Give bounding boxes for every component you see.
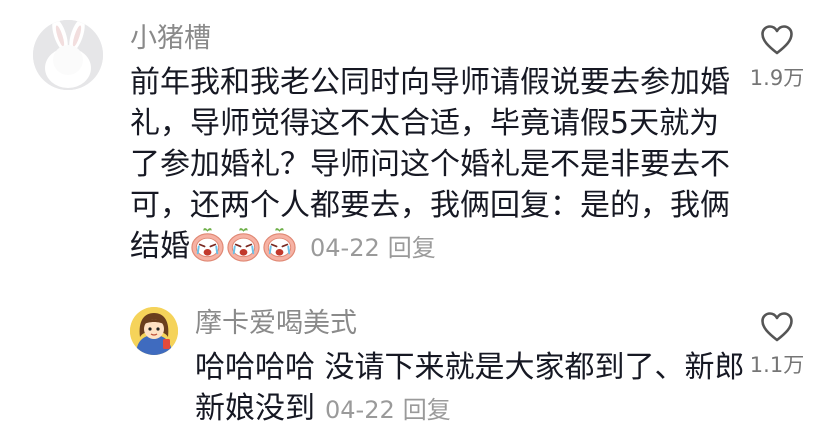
reply-button[interactable]: 回复 [388, 234, 436, 262]
heart-outline-icon [761, 25, 793, 55]
comment-text-line: 礼，导师觉得这不太合适，毕竟请假5天就为 [130, 106, 720, 141]
comment-text-line: 哈哈哈哈 没请下来就是大家都到了、新郎 [195, 350, 745, 385]
comment-date: 04-22 [325, 396, 395, 424]
comment-username[interactable]: 小猪槽 [130, 22, 211, 56]
like-button[interactable]: 1.9万 [737, 24, 817, 92]
comment-text: 哈哈哈哈 没请下来就是大家都到了、新郎 新娘没到 04-22 回复 [195, 347, 745, 431]
crying-face-emoji [263, 228, 296, 262]
heart-outline-icon [761, 312, 793, 342]
reply-button[interactable]: 回复 [403, 396, 451, 424]
comment-last-line: 新娘没到 04-22 回复 [195, 388, 735, 431]
emoji-row [190, 228, 298, 264]
crying-face-emoji [191, 228, 224, 262]
comment-text-line: 可，还两个人都要去，我俩回复：是的，我俩 [130, 188, 730, 223]
comment: 小猪槽 前年我和我老公同时向导师请假说要去参加婚 礼，导师觉得这不太合适，毕竟请… [0, 0, 828, 290]
comment-text-line: 前年我和我老公同时向导师请假说要去参加婚 [130, 65, 730, 100]
comment-date: 04-22 [310, 234, 380, 262]
comment-username[interactable]: 摩卡爱喝美式 [195, 307, 357, 341]
avatar[interactable] [33, 20, 103, 90]
comment-last-line: 结婚 04-22 回复 [130, 226, 730, 269]
reply-comment: 摩卡爱喝美式 哈哈哈哈 没请下来就是大家都到了、新郎 新娘没到 04-22 回复 1… [0, 295, 828, 439]
like-count: 1.1万 [749, 353, 805, 377]
like-button[interactable]: 1.1万 [737, 311, 817, 379]
comment-text: 前年我和我老公同时向导师请假说要去参加婚 礼，导师觉得这不太合适，毕竟请假5天就… [130, 62, 730, 269]
like-count: 1.9万 [749, 66, 805, 90]
comment-text-line: 结婚 [130, 229, 190, 264]
white-rabbit-avatar [33, 20, 103, 90]
cartoon-girl-avatar [130, 307, 178, 355]
crying-face-emoji [227, 228, 260, 262]
avatar[interactable] [130, 307, 178, 355]
comment-text-line: 了参加婚礼？导师问这个婚礼是不是非要去不 [130, 147, 730, 182]
comment-text-line: 新娘没到 [195, 391, 315, 426]
